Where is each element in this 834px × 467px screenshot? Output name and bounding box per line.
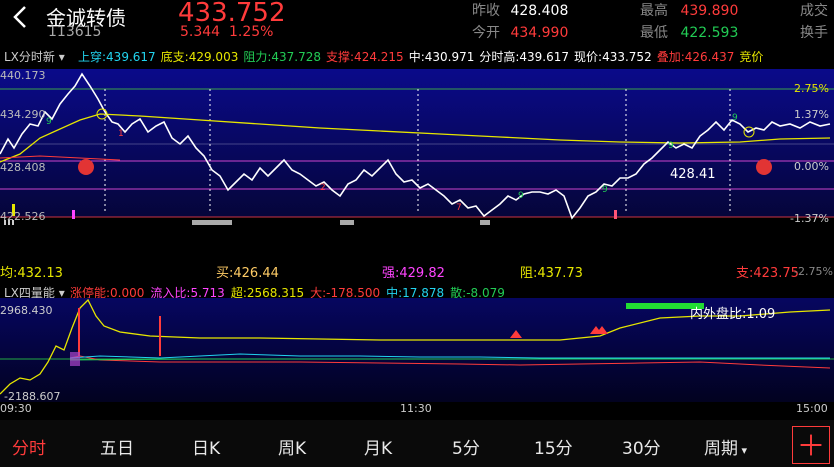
svg-text:1: 1 (118, 129, 124, 139)
svg-text:9: 9 (46, 117, 52, 127)
strong-label: 强:429.82 (382, 266, 445, 281)
vol-y-top: 2968.430 (0, 304, 53, 317)
chevron-down-icon: ▾ (738, 444, 748, 457)
y-axis-label: 422.526 (0, 210, 46, 223)
rocket-icon (78, 159, 94, 175)
svg-text:9: 9 (732, 113, 738, 123)
y-axis-pct-label: -1.37% (790, 212, 829, 225)
chevron-down-icon: ▾ (54, 50, 65, 64)
indicator-selector[interactable]: LX分时新 ▾ (4, 48, 65, 65)
quote-label: 最低 (640, 25, 668, 41)
ratio-label: 内外盘比:1.09 (690, 307, 776, 322)
indicator-value: 竞价 (739, 50, 764, 64)
tab-monthly-k[interactable]: 月K (364, 434, 392, 459)
indicator-value: 中:430.971 (408, 50, 475, 64)
indicator-values: 上穿:439.617 底支:429.003 阻力:437.728 支撑:424.215… (78, 48, 768, 65)
period-tab-bar: 分时 五日 日K 周K 月K 5分 15分 30分 周期 ▾ (0, 420, 834, 467)
tab-period-label: 周期 (704, 439, 738, 459)
time-label-mid: 11:30 (400, 402, 432, 415)
tab-daily-k[interactable]: 日K (192, 434, 220, 459)
indicator-value: 叠加:426.437 (656, 50, 735, 64)
quote-volume-label: 成交 (800, 3, 828, 19)
y-axis-label: 440.173 (0, 69, 46, 82)
y-axis-label: 434.290 (0, 108, 46, 121)
indicator-value: 分时高:439.617 (479, 50, 570, 64)
resistance-label: 阻:437.73 (520, 266, 583, 281)
tab-5min[interactable]: 5分 (452, 434, 480, 459)
avg-label: 均:432.13 (0, 266, 63, 281)
svg-text:9: 9 (518, 191, 524, 201)
support-label: 支:423.75 (736, 266, 799, 281)
quote-label: 最高 (640, 3, 668, 19)
change-percent: 1.25% (229, 24, 274, 40)
y-axis-pct-label: 0.00% (794, 160, 829, 173)
quote-turnover-label: 换手 (800, 25, 828, 41)
quote-open: 今开 434.990 (472, 22, 568, 42)
quote-low: 最低 422.593 (640, 22, 738, 42)
indicator-items: 上穿:439.617 底支:429.003 阻力:437.728 支撑:424.215… (78, 50, 768, 64)
back-arrow-icon[interactable] (8, 4, 34, 30)
buy-label: 买:426.44 (216, 266, 279, 281)
svg-text:9: 9 (668, 141, 674, 151)
indicator-name: LX分时新 (4, 50, 55, 64)
quote-prev-close: 昨收 428.408 (472, 0, 568, 20)
quote-label: 今开 (472, 25, 500, 41)
y-axis-pct-label: 1.37% (794, 108, 829, 121)
y-axis-label: 428.408 (0, 161, 46, 174)
add-icon[interactable] (792, 426, 830, 464)
tab-five-day[interactable]: 五日 (100, 434, 134, 459)
quote-value: 422.593 (680, 25, 739, 41)
indicator-value: 阻力:437.728 (243, 50, 322, 64)
tab-15min[interactable]: 15分 (534, 434, 573, 459)
quote-value: 428.408 (510, 3, 569, 19)
indicator-value: 现价:433.752 (574, 50, 652, 64)
svg-text:2: 2 (320, 183, 326, 193)
time-label-close: 15:00 (796, 402, 828, 415)
price-change: 5.344 1.25% (180, 24, 273, 40)
price-callout: 428.41 (670, 167, 716, 182)
tab-intraday[interactable]: 分时 (12, 434, 46, 459)
y-axis-pct-bottom: -2.75% (794, 265, 833, 278)
quote-value: 439.890 (680, 3, 739, 19)
svg-text:9: 9 (602, 185, 608, 195)
indicator-value: 底支:429.003 (160, 50, 239, 64)
change-value: 5.344 (180, 24, 221, 40)
y-axis-pct-label: 2.75% (794, 82, 829, 95)
quote-value: 434.990 (510, 25, 569, 41)
indicator-value: 上穿:439.617 (78, 50, 156, 64)
quote-label: 昨收 (472, 3, 500, 19)
security-code: 113615 (48, 24, 102, 40)
tab-period[interactable]: 周期 ▾ (704, 434, 747, 459)
tab-weekly-k[interactable]: 周K (278, 434, 306, 459)
quote-high: 最高 439.890 (640, 0, 738, 20)
indicator-value: 支撑:424.215 (326, 50, 404, 64)
rocket-icon (756, 159, 772, 175)
tab-30min[interactable]: 30分 (622, 434, 661, 459)
time-label-open: 09:30 (0, 402, 32, 415)
svg-text:7: 7 (456, 203, 462, 213)
